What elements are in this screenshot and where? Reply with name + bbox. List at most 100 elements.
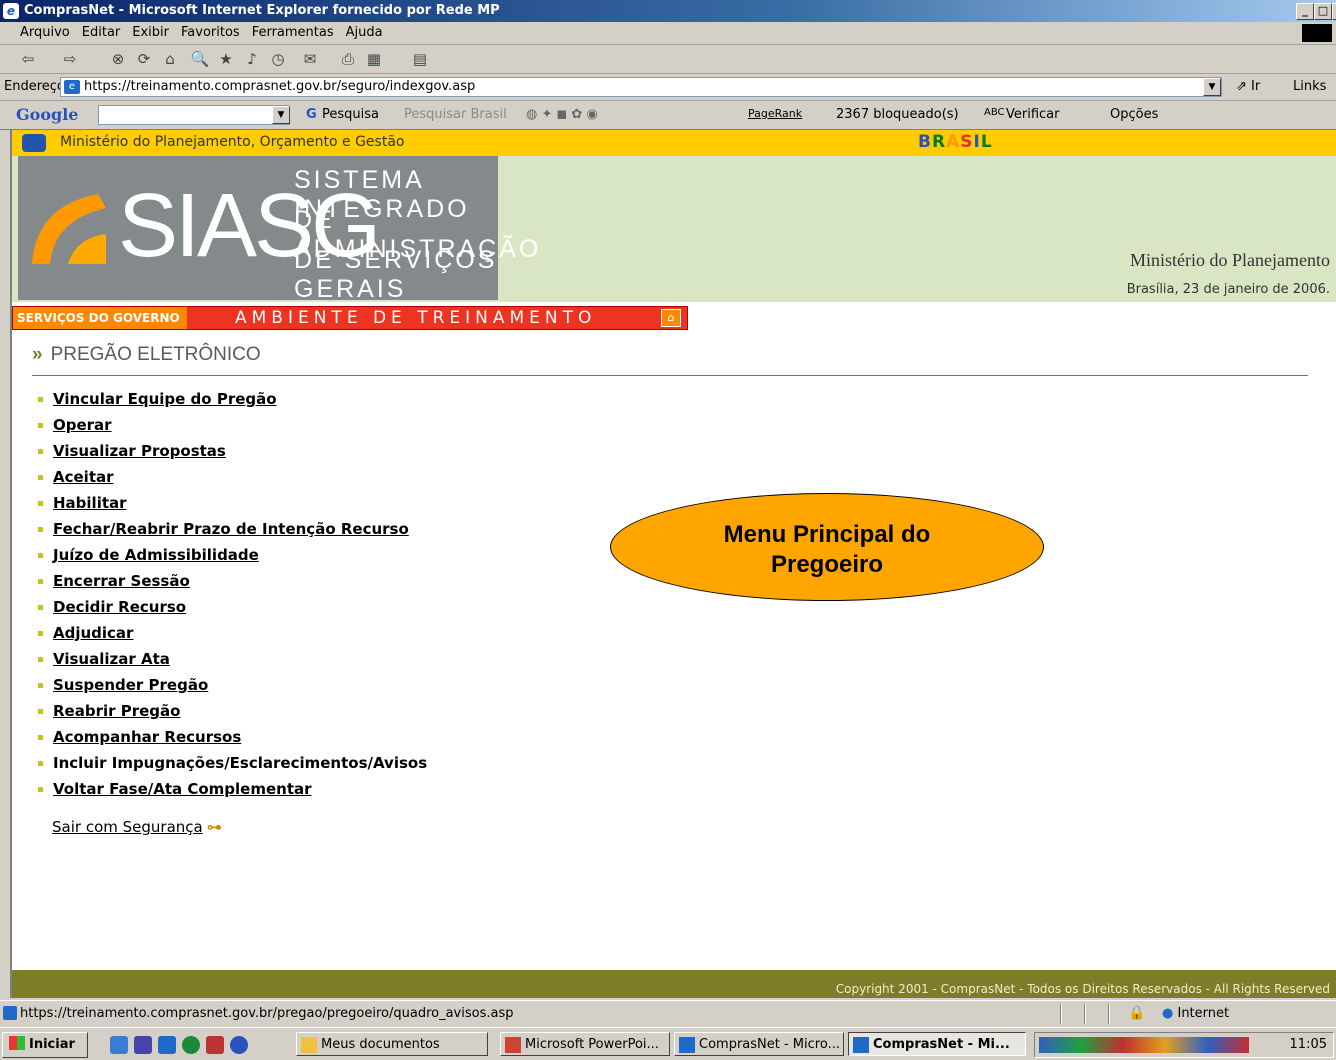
- links-button[interactable]: Links: [1293, 79, 1326, 94]
- quicklaunch-icon[interactable]: [110, 1036, 128, 1054]
- google-search-input[interactable]: [98, 105, 290, 125]
- task-label: Microsoft PowerPoi...: [525, 1037, 659, 1052]
- powerpoint-icon: [505, 1037, 521, 1053]
- forward-icon[interactable]: ⇨: [60, 49, 80, 69]
- tray-icons[interactable]: [1039, 1037, 1249, 1053]
- task-comprasnet-2[interactable]: ComprasNet - Mi...: [848, 1032, 1026, 1056]
- print-icon[interactable]: ⎙: [338, 49, 358, 69]
- discuss-icon[interactable]: ▤: [410, 49, 430, 69]
- home-icon[interactable]: ⌂: [661, 309, 681, 327]
- home-icon[interactable]: ⌂: [160, 49, 180, 69]
- bullet-icon: [38, 501, 43, 506]
- address-input[interactable]: e https://treinamento.comprasnet.gov.br/s…: [60, 77, 1222, 97]
- menu-arquivo[interactable]: Arquivo: [14, 22, 76, 44]
- edit-icon[interactable]: ▦: [364, 49, 384, 69]
- aceitar-link[interactable]: Aceitar: [53, 468, 114, 486]
- bullet-icon: [38, 423, 43, 428]
- quicklaunch-icon[interactable]: [230, 1036, 248, 1054]
- sair-com-seguranca-link[interactable]: Sair com Segurança: [52, 818, 203, 836]
- menu-favoritos[interactable]: Favoritos: [175, 22, 246, 44]
- acompanhar-recursos-link[interactable]: Acompanhar Recursos: [53, 728, 241, 746]
- task-label: ComprasNet - Micro...: [699, 1037, 840, 1052]
- start-button[interactable]: Iniciar: [2, 1032, 88, 1058]
- windows-logo-icon: [1302, 24, 1332, 42]
- task-powerpoint[interactable]: Microsoft PowerPoi...: [500, 1032, 670, 1056]
- suspender-pregao-link[interactable]: Suspender Pregão: [53, 676, 208, 694]
- quicklaunch-icon[interactable]: [182, 1036, 200, 1054]
- bullet-icon: [38, 683, 43, 688]
- vincular-equipe-link[interactable]: Vincular Equipe do Pregão: [53, 390, 277, 408]
- security-zone: ● Internet: [1162, 1006, 1229, 1021]
- standard-toolbar: ⇦ ⇨ ⊗ ⟳ ⌂ 🔍 ★ ♪ ◷ ✉ ⎙ ▦ ▤: [0, 45, 1336, 74]
- options-button[interactable]: Opções: [1110, 107, 1158, 122]
- arrow-icon: »: [32, 344, 43, 365]
- close-button[interactable]: [1332, 3, 1336, 20]
- menu-ferramentas[interactable]: Ferramentas: [246, 22, 340, 44]
- ambiente-treinamento-label: AMBIENTE DE TREINAMENTO: [235, 308, 597, 328]
- status-separator: [1060, 1004, 1062, 1024]
- clock: 11:05: [1289, 1037, 1327, 1052]
- menu-item: Habilitar: [38, 490, 427, 516]
- google-dropdown-icon[interactable]: ▼: [272, 106, 290, 124]
- encerrar-sessao-link[interactable]: Encerrar Sessão: [53, 572, 190, 590]
- fechar-reabrir-prazo-link[interactable]: Fechar/Reabrir Prazo de Intenção Recurso: [53, 520, 409, 538]
- maximize-button[interactable]: □: [1314, 3, 1332, 20]
- habilitar-link[interactable]: Habilitar: [53, 494, 127, 512]
- task-meus-documentos[interactable]: Meus documentos: [296, 1032, 488, 1056]
- task-comprasnet-1[interactable]: ComprasNet - Micro...: [674, 1032, 844, 1056]
- menu-item: Fechar/Reabrir Prazo de Intenção Recurso: [38, 516, 427, 542]
- siasg-logo: SIASG SISTEMA INTEGRADO DE ADMINISTRAÇÃO…: [18, 156, 538, 303]
- voltar-fase-link[interactable]: Voltar Fase/Ata Complementar: [53, 780, 312, 798]
- globe-icon: ●: [1162, 1006, 1174, 1021]
- spellcheck-button[interactable]: Verificar: [1006, 107, 1060, 122]
- key-icon: ⊶: [206, 818, 222, 836]
- bullet-icon: [38, 631, 43, 636]
- visualizar-ata-link[interactable]: Visualizar Ata: [53, 650, 170, 668]
- spellcheck-icon: ABC: [984, 107, 1005, 118]
- quicklaunch-icon[interactable]: [158, 1036, 176, 1054]
- address-dropdown-icon[interactable]: ▼: [1203, 78, 1221, 96]
- popup-blocked-count[interactable]: 2367 bloqueado(s): [836, 107, 959, 122]
- decidir-recurso-link[interactable]: Decidir Recurso: [53, 598, 186, 616]
- zone-label: Internet: [1177, 1006, 1230, 1021]
- windows-flag-icon: [9, 1036, 25, 1050]
- menu-ajuda[interactable]: Ajuda: [340, 22, 389, 44]
- start-label: Iniciar: [29, 1037, 75, 1052]
- menu-exibir[interactable]: Exibir: [126, 22, 175, 44]
- bullet-icon: [38, 761, 43, 766]
- address-bar: Endereço e https://treinamento.comprasnet…: [0, 74, 1336, 101]
- sair-seguranca: Sair com Segurança ⊶: [52, 818, 222, 836]
- google-tool-icons[interactable]: ◍ ✦ ◼ ✿ ◉: [526, 107, 598, 122]
- quicklaunch-icon[interactable]: [134, 1036, 152, 1054]
- juizo-admissibilidade-link[interactable]: Juízo de Admissibilidade: [53, 546, 259, 564]
- favorites-icon[interactable]: ★: [216, 49, 236, 69]
- adjudicar-link[interactable]: Adjudicar: [53, 624, 133, 642]
- search-brasil-button[interactable]: Pesquisar Brasil: [404, 107, 507, 122]
- google-search-button[interactable]: Pesquisa: [322, 107, 379, 122]
- menu-editar[interactable]: Editar: [76, 22, 127, 44]
- incluir-impugnacoes-item: Incluir Impugnações/Esclarecimentos/Avis…: [53, 754, 428, 772]
- google-logo[interactable]: Google: [16, 105, 78, 124]
- operar-link[interactable]: Operar: [53, 416, 112, 434]
- section-divider: [32, 375, 1308, 376]
- mail-icon[interactable]: ✉: [300, 49, 320, 69]
- search-icon[interactable]: 🔍: [190, 49, 210, 69]
- quicklaunch-icon[interactable]: [206, 1036, 224, 1054]
- reabrir-pregao-link[interactable]: Reabrir Pregão: [53, 702, 180, 720]
- servicos-do-governo-link[interactable]: SERVIÇOS DO GOVERNO: [13, 307, 187, 329]
- stop-icon[interactable]: ⊗: [108, 49, 128, 69]
- minimize-button[interactable]: _: [1296, 3, 1314, 20]
- media-icon[interactable]: ♪: [242, 49, 262, 69]
- go-button[interactable]: ⇗ Ir: [1236, 79, 1260, 94]
- status-page-icon: [3, 1006, 17, 1020]
- visualizar-propostas-link[interactable]: Visualizar Propostas: [53, 442, 226, 460]
- bullet-icon: [38, 787, 43, 792]
- go-label: Ir: [1251, 79, 1261, 94]
- bullet-icon: [38, 449, 43, 454]
- back-icon[interactable]: ⇦: [18, 49, 38, 69]
- history-icon[interactable]: ◷: [268, 49, 288, 69]
- refresh-icon[interactable]: ⟳: [134, 49, 154, 69]
- web-page: Ministério do Planejamento, Orçamento e …: [10, 130, 1336, 998]
- menu-item: Vincular Equipe do Pregão: [38, 386, 427, 412]
- callout-text: Menu Principal do Pregoeiro: [611, 520, 1043, 580]
